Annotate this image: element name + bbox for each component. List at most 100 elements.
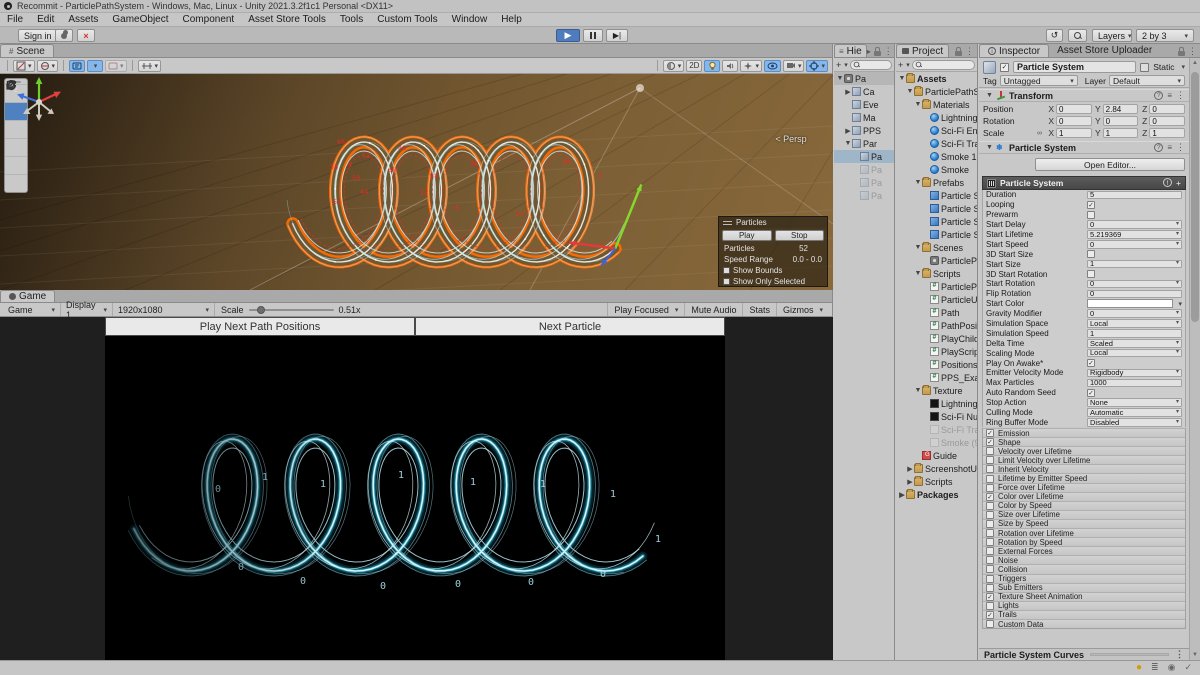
module-toggle-collision[interactable]: Collision	[983, 564, 1185, 573]
module-toggle-size-by-speed[interactable]: Size by Speed	[983, 519, 1185, 528]
transform-position-z-field[interactable]: 0	[1149, 104, 1185, 114]
project-item-row[interactable]: ▼Texture	[896, 384, 977, 397]
checkbox[interactable]	[986, 502, 994, 510]
checkbox[interactable]	[1087, 250, 1095, 258]
project-item-row[interactable]: Sci-Fi En	[896, 124, 977, 137]
step-button[interactable]: ▶|	[606, 29, 628, 42]
foldout-icon[interactable]: ▼	[914, 270, 922, 277]
snap-button[interactable]: ▾	[138, 60, 162, 72]
menu-item-edit[interactable]: Edit	[30, 13, 61, 27]
hierarchy-item-row[interactable]: Pa	[834, 163, 894, 176]
module-toggle-size-over-lifetime[interactable]: Size over Lifetime	[983, 510, 1185, 519]
transform-scale-z-field[interactable]: 1	[1149, 128, 1185, 138]
checkbox[interactable]	[1087, 270, 1095, 278]
kebab-menu-icon[interactable]: ⋮	[1188, 46, 1197, 57]
chevron-down-icon[interactable]: ▾	[1176, 241, 1179, 249]
checkbox[interactable]	[986, 584, 994, 592]
project-item-row[interactable]: Lightning5	[896, 111, 977, 124]
presets-icon[interactable]: ≡	[1167, 143, 1172, 152]
game-render-area[interactable]: 01010101010101 Play Next Path PositionsN…	[105, 317, 725, 660]
menu-item-assets[interactable]: Assets	[61, 13, 105, 27]
overlay-stop-button[interactable]: Stop	[775, 230, 825, 241]
hierarchy-item-row[interactable]: ▶Ca	[834, 85, 894, 98]
checkbox[interactable]	[986, 565, 994, 573]
transform-component-header[interactable]: ▼ Transform ?≡⋮	[979, 89, 1189, 102]
foldout-icon[interactable]: ▶	[898, 491, 906, 499]
rect-tool-button[interactable]	[5, 156, 27, 174]
scene-visibility-dropdown[interactable]: ▾	[87, 60, 103, 72]
presets-icon[interactable]: ≡	[1167, 91, 1172, 100]
module-toggle-velocity-over-lifetime[interactable]: Velocity over Lifetime	[983, 446, 1185, 455]
module-toggle-sub-emitters[interactable]: Sub Emitters	[983, 583, 1185, 592]
checkbox[interactable]	[986, 511, 994, 519]
hierarchy-item-row[interactable]: ▶PPS	[834, 124, 894, 137]
checkbox[interactable]	[986, 465, 994, 473]
project-item-row[interactable]: PlayChildr	[896, 332, 977, 345]
scene-viewport[interactable]: 66525848502828445412102606684 z	[0, 74, 833, 290]
cloud-button[interactable]	[55, 29, 73, 42]
hierarchy-item-row[interactable]: ▼Par	[834, 137, 894, 150]
game-mode-dropdown[interactable]: Game▾	[3, 303, 61, 316]
checkbox[interactable]: ✓	[986, 611, 994, 619]
help-icon[interactable]: ?	[1154, 143, 1163, 152]
module-toggle-rotation-over-lifetime[interactable]: Rotation over Lifetime	[983, 528, 1185, 537]
foldout-icon[interactable]: ▼	[914, 179, 922, 186]
ps-field-value[interactable]: 5.219369▾	[1087, 230, 1182, 239]
ps-field-value[interactable]: None▾	[1087, 398, 1182, 407]
effects-dropdown[interactable]: ▾	[740, 60, 762, 72]
game-button-play-next-path-positions[interactable]: Play Next Path Positions	[105, 317, 415, 336]
project-item-row[interactable]: Smoke 1	[896, 150, 977, 163]
checkbox[interactable]: ✓	[986, 429, 994, 437]
show-only-selected-checkbox[interactable]: Show Only Selected	[719, 276, 827, 287]
transform-rotation-z-field[interactable]: 0	[1149, 116, 1185, 126]
draw-mode-button[interactable]: ▾	[13, 60, 35, 72]
chevron-down-icon[interactable]: ▾	[1176, 231, 1179, 239]
module-toggle-rotation-by-speed[interactable]: Rotation by Speed	[983, 537, 1185, 546]
tab-hierarchy[interactable]: ≡Hie	[834, 44, 867, 57]
project-item-row[interactable]: PositionsG	[896, 358, 977, 371]
display-dropdown[interactable]: Display 1▾	[61, 303, 113, 316]
checkbox[interactable]: ✓	[986, 593, 994, 601]
hidden-objects-button[interactable]	[764, 60, 781, 72]
layout-dropdown[interactable]: 2 by 3▾	[1136, 29, 1194, 42]
menu-item-window[interactable]: Window	[445, 13, 495, 27]
scroll-up-icon[interactable]: ▲	[1190, 60, 1200, 66]
layer-dropdown[interactable]: Default▾	[1109, 75, 1185, 86]
progress-icon[interactable]: ✓	[1184, 662, 1192, 673]
project-item-row[interactable]: ▼ParticlePathSy	[896, 85, 977, 98]
gizmos-dropdown[interactable]: Gizmos▾	[776, 303, 829, 316]
gameobject-name-field[interactable]: Particle System	[1013, 61, 1136, 73]
menu-item-gameobject[interactable]: GameObject	[105, 13, 175, 27]
checkbox[interactable]: ✓	[986, 493, 994, 501]
foldout-icon[interactable]: ▶	[906, 465, 914, 473]
menu-item-asset-store-tools[interactable]: Asset Store Tools	[241, 13, 333, 27]
foldout-icon[interactable]: ▶	[844, 88, 852, 96]
scale-tool-button[interactable]	[5, 138, 27, 156]
chevron-down-icon[interactable]: ▾	[1176, 260, 1179, 268]
project-item-row[interactable]: Particle S	[896, 228, 977, 241]
module-toggle-color-by-speed[interactable]: Color by Speed	[983, 501, 1185, 510]
persp-label[interactable]: < Persp	[752, 134, 830, 144]
chevron-down-icon[interactable]: ▾	[1176, 399, 1179, 407]
chevron-down-icon[interactable]: ▾	[1176, 349, 1179, 357]
main-module-header[interactable]: Particle System !+	[982, 176, 1186, 190]
checkbox[interactable]	[986, 602, 994, 610]
show-bounds-checkbox[interactable]: Show Bounds	[719, 265, 827, 276]
foldout-icon[interactable]: ▼	[914, 244, 922, 251]
checkbox[interactable]	[986, 456, 994, 464]
project-item-row[interactable]: ▶Scripts	[896, 475, 977, 488]
ps-field-value[interactable]: 0▾	[1087, 309, 1182, 318]
module-toggle-color-over-lifetime[interactable]: ✓Color over Lifetime	[983, 492, 1185, 501]
hierarchy-search-input[interactable]	[850, 60, 892, 70]
module-toggle-emission[interactable]: ✓Emission	[983, 428, 1185, 437]
tag-dropdown[interactable]: Untagged▾	[1000, 75, 1078, 86]
foldout-icon[interactable]: ▼	[898, 75, 906, 82]
ps-field-value[interactable]: 1000	[1087, 379, 1182, 388]
transform-scale-y-field[interactable]: 1	[1103, 128, 1139, 138]
ps-field-value[interactable]: 0▾	[1087, 280, 1182, 289]
hierarchy-item-row[interactable]: Pa	[834, 189, 894, 202]
module-toggle-noise[interactable]: Noise	[983, 555, 1185, 564]
gizmo-2d-button[interactable]: ▾	[37, 60, 59, 72]
menu-item-component[interactable]: Component	[176, 13, 242, 27]
game-button-next-particle[interactable]: Next Particle	[415, 317, 725, 336]
